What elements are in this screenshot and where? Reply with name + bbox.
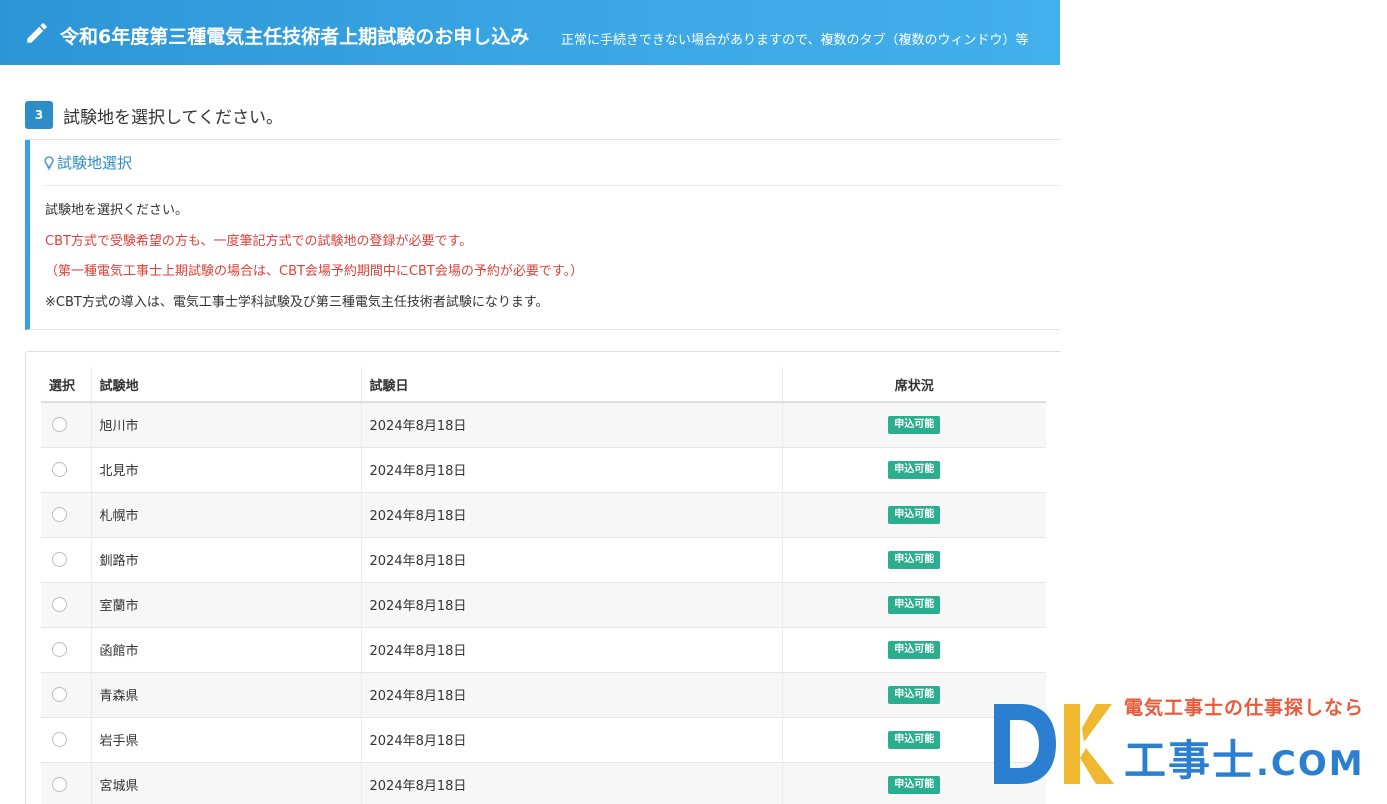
cell-place: 旭川市 <box>90 401 361 447</box>
table-row[interactable]: 札幌市 2024年8月18日 申込可能 <box>41 491 1046 537</box>
table-row[interactable]: 旭川市 2024年8月18日 申込可能 <box>41 401 1046 447</box>
cell-date: 2024年8月18日 <box>360 491 782 537</box>
cell-place: 宮城県 <box>90 761 361 804</box>
table-row[interactable]: 釧路市 2024年8月18日 申込可能 <box>41 536 1046 582</box>
status-badge: 申込可能 <box>888 505 941 524</box>
cell-place: 青森県 <box>90 671 361 717</box>
cell-date: 2024年8月18日 <box>360 401 782 447</box>
status-badge: 申込可能 <box>888 460 941 479</box>
select-radio[interactable] <box>52 597 67 612</box>
cell-date: 2024年8月18日 <box>360 581 782 627</box>
watermark-domain: .COM <box>1256 744 1365 784</box>
cell-date: 2024年8月18日 <box>360 536 782 582</box>
cell-place: 札幌市 <box>90 491 361 537</box>
status-badge: 申込可能 <box>888 685 941 704</box>
page-header: 令和6年度第三種電気主任技術者上期試験のお申し込み 正常に手続きできない場合があ… <box>0 0 1060 65</box>
info-line-first-class-note: （第一種電気工事士上期試験の場合は、CBT会場予約期間中にCBT会場の予約が必要… <box>45 264 584 279</box>
cell-date: 2024年8月18日 <box>360 671 782 717</box>
info-line-instruction: 試験地を選択ください。 <box>45 203 189 218</box>
pencil-icon <box>27 23 47 43</box>
select-radio[interactable] <box>52 462 67 477</box>
cell-date: 2024年8月18日 <box>360 626 782 672</box>
select-radio[interactable] <box>52 687 67 702</box>
cell-place: 岩手県 <box>90 716 361 762</box>
info-line-cbt-scope: ※CBT方式の導入は、電気工事士学科試験及び第三種電気主任技術者試験になります。 <box>45 295 549 310</box>
select-radio[interactable] <box>52 732 67 747</box>
status-badge: 申込可能 <box>888 640 941 659</box>
table-header-row: 選択 試験地 試験日 席状況 <box>41 367 1046 403</box>
select-radio[interactable] <box>52 642 67 657</box>
page-title: 令和6年度第三種電気主任技術者上期試験のお申し込み <box>60 26 530 48</box>
column-header-date: 試験日 <box>360 367 782 403</box>
table-row[interactable]: 室蘭市 2024年8月18日 申込可能 <box>41 581 1046 627</box>
status-badge: 申込可能 <box>888 415 941 434</box>
status-badge: 申込可能 <box>888 550 941 569</box>
info-box: 試験地選択 試験地を選択ください。 CBT方式で受験希望の方も、一度筆記方式での… <box>25 140 1060 330</box>
select-radio[interactable] <box>52 417 67 433</box>
status-badge: 申込可能 <box>888 775 941 794</box>
watermark-brand-text: 工事士 <box>1124 736 1257 785</box>
info-title-text: 試験地選択 <box>57 154 133 172</box>
table-row[interactable]: 岩手県 2024年8月18日 申込可能 <box>41 716 1046 762</box>
cell-place: 函館市 <box>90 626 361 672</box>
header-notice: 正常に手続きできない場合がありますので、複数のタブ（複数のウィンドウ）等 <box>561 33 1029 48</box>
status-badge: 申込可能 <box>888 595 941 614</box>
site-watermark: 電気工事士の仕事探しなら 工事士.COM <box>990 690 1387 804</box>
status-badge: 申込可能 <box>888 730 941 749</box>
exam-site-table: 選択 試験地 試験日 席状況 旭川市 2024年8月18日 申込可能 北見市 2… <box>41 367 1046 804</box>
application-viewport: 令和6年度第三種電気主任技術者上期試験のお申し込み 正常に手続きできない場合があ… <box>0 0 1060 804</box>
info-divider <box>44 185 1060 186</box>
table-row[interactable]: 函館市 2024年8月18日 申込可能 <box>41 626 1046 672</box>
select-radio[interactable] <box>52 507 67 522</box>
column-header-status: 席状況 <box>781 367 1046 403</box>
page: 令和6年度第三種電気主任技術者上期試験のお申し込み 正常に手続きできない場合があ… <box>0 0 1387 804</box>
table-row[interactable]: 北見市 2024年8月18日 申込可能 <box>41 446 1046 492</box>
cell-place: 釧路市 <box>90 536 361 582</box>
step-label: 試験地を選択してください。 <box>63 108 283 128</box>
select-radio[interactable] <box>52 552 67 567</box>
lightbulb-icon <box>44 156 54 170</box>
column-header-select: 選択 <box>41 367 91 403</box>
cell-place: 北見市 <box>90 446 361 492</box>
cell-date: 2024年8月18日 <box>360 716 782 762</box>
info-line-cbt-warning: CBT方式で受験希望の方も、一度筆記方式での試験地の登録が必要です。 <box>45 234 473 249</box>
watermark-tagline: 電気工事士の仕事探しなら <box>1124 697 1365 719</box>
watermark-brand: 工事士.COM <box>1124 727 1365 788</box>
table-row[interactable]: 青森県 2024年8月18日 申込可能 <box>41 671 1046 717</box>
dk-logo-icon <box>994 704 1114 784</box>
cell-place: 室蘭市 <box>90 581 361 627</box>
cell-date: 2024年8月18日 <box>360 761 782 804</box>
step-number-badge: 3 <box>25 101 53 129</box>
table-row[interactable]: 宮城県 2024年8月18日 申込可能 <box>41 761 1046 804</box>
select-radio[interactable] <box>52 777 67 793</box>
cell-date: 2024年8月18日 <box>360 446 782 492</box>
column-header-place: 試験地 <box>90 367 361 403</box>
info-title: 試験地選択 <box>44 152 132 173</box>
